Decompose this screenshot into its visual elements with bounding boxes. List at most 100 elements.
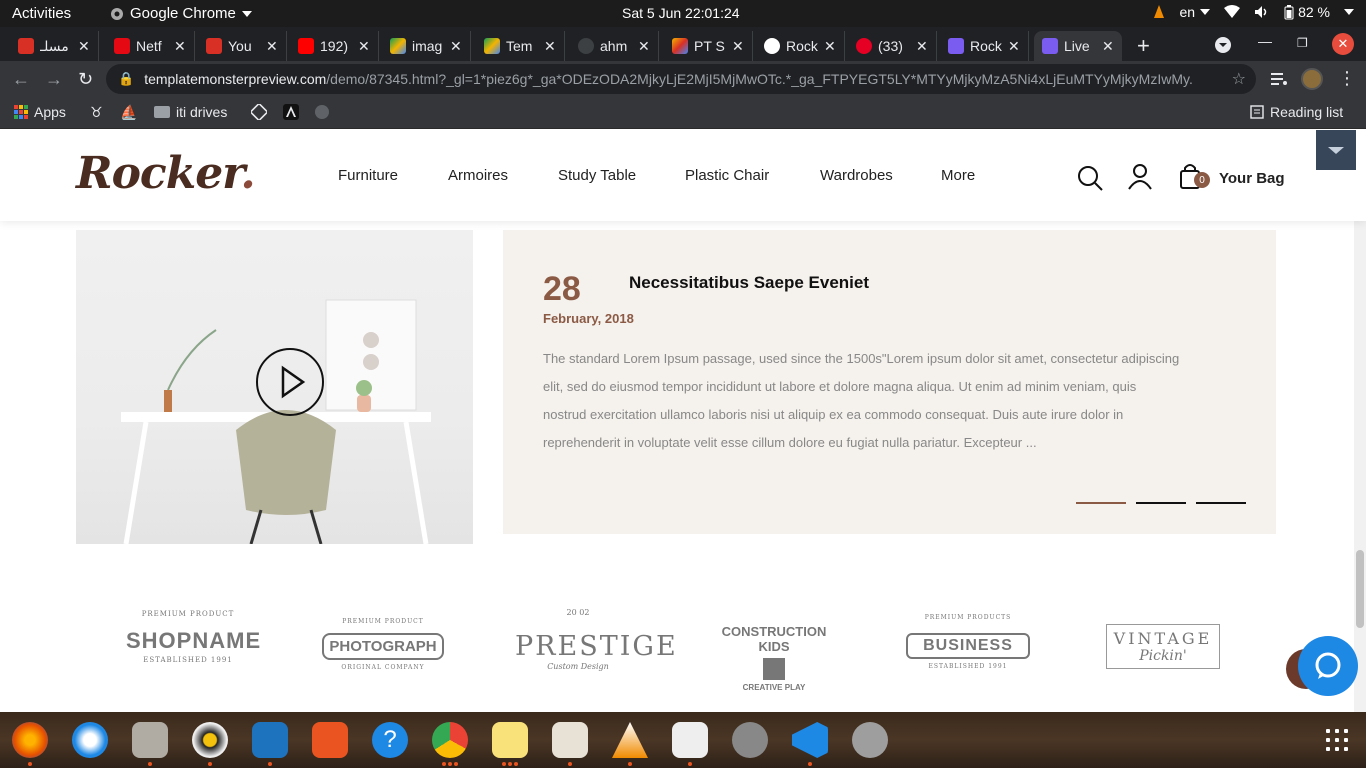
writer-icon[interactable] xyxy=(252,722,288,758)
tab-search-icon[interactable] xyxy=(1214,36,1232,54)
nav-item-furniture[interactable]: Furniture xyxy=(338,167,448,184)
software-center-icon[interactable] xyxy=(312,722,348,758)
browser-tab[interactable]: Rock ✕ xyxy=(756,31,845,61)
close-icon[interactable]: ✕ xyxy=(450,38,462,55)
settings-gear-icon[interactable] xyxy=(732,722,768,758)
document-viewer-icon[interactable] xyxy=(672,722,708,758)
thunderbird-icon[interactable] xyxy=(72,722,108,758)
chevron-down-icon xyxy=(1344,9,1354,15)
brand-logo-prestige[interactable]: 20 02 PRESTIGE Custom Design xyxy=(515,608,676,671)
nav-item-plastic-chair[interactable]: Plastic Chair xyxy=(685,167,820,184)
live-chat-button[interactable] xyxy=(1298,636,1358,696)
activities-button[interactable]: Activities xyxy=(12,5,71,22)
your-bag-link[interactable]: Your Bag xyxy=(1219,170,1285,187)
firefox-icon[interactable] xyxy=(12,722,48,758)
close-icon[interactable]: ✕ xyxy=(266,38,278,55)
language-selector[interactable]: en xyxy=(1180,4,1211,20)
minimize-icon[interactable]: — xyxy=(1258,33,1272,49)
bookmark-icon[interactable]: ⛵ xyxy=(120,104,137,121)
reload-icon[interactable]: ↻ xyxy=(78,69,93,90)
disk-icon[interactable] xyxy=(852,722,888,758)
system-tray[interactable]: en 82 % xyxy=(1152,4,1354,20)
close-icon[interactable]: ✕ xyxy=(1008,38,1020,55)
show-applications-icon[interactable] xyxy=(1326,729,1348,751)
blog-video-thumbnail[interactable] xyxy=(76,230,473,544)
bookmark-folder-iti-drives[interactable]: iti drives xyxy=(154,104,227,120)
browser-tab[interactable]: Rock ✕ xyxy=(940,31,1029,61)
browser-tab[interactable]: Tem ✕ xyxy=(476,31,565,61)
window-close-button[interactable]: ✕ xyxy=(1332,33,1354,55)
bookmark-star-icon[interactable]: ☆ xyxy=(1232,69,1246,89)
user-icon[interactable] xyxy=(1127,163,1153,191)
brand-top: PREMIUM PRODUCT xyxy=(141,610,235,618)
carousel-dot[interactable] xyxy=(1076,502,1126,504)
maximize-icon[interactable]: ❐ xyxy=(1297,36,1308,50)
scrollbar-thumb[interactable] xyxy=(1356,550,1364,628)
carousel-dot[interactable] xyxy=(1136,502,1186,504)
address-bar[interactable]: 🔒 templatemonsterpreview.com/demo/87345.… xyxy=(106,64,1256,94)
nav-item-wardrobes[interactable]: Wardrobes xyxy=(820,167,941,184)
forward-arrow-icon[interactable]: → xyxy=(45,69,63,90)
help-icon[interactable]: ? xyxy=(372,722,408,758)
impress-icon[interactable] xyxy=(552,722,588,758)
close-icon[interactable]: ✕ xyxy=(174,38,186,55)
sticky-notes-icon[interactable] xyxy=(492,722,528,758)
browser-tab[interactable]: PT S ✕ xyxy=(664,31,753,61)
close-icon[interactable]: ✕ xyxy=(916,38,928,55)
browser-tab[interactable]: Netf ✕ xyxy=(106,31,195,61)
close-icon[interactable]: ✕ xyxy=(544,38,556,55)
vscode-icon[interactable] xyxy=(792,722,828,758)
close-icon[interactable]: ✕ xyxy=(638,38,650,55)
browser-tab[interactable]: imag ✕ xyxy=(382,31,471,61)
media-controls-icon[interactable] xyxy=(1270,71,1288,87)
wifi-icon xyxy=(1224,5,1241,18)
reading-list[interactable]: Reading list xyxy=(1250,104,1343,120)
vlc-icon[interactable] xyxy=(612,722,648,758)
browser-tab[interactable]: You ✕ xyxy=(198,31,287,61)
close-icon[interactable]: ✕ xyxy=(78,38,90,55)
nav-item-study-table[interactable]: Study Table xyxy=(558,167,685,184)
new-tab-button[interactable]: + xyxy=(1137,33,1150,59)
files-icon[interactable] xyxy=(132,722,168,758)
browser-tab-active[interactable]: Live ✕ xyxy=(1034,31,1122,61)
lock-icon[interactable]: 🔒 xyxy=(118,71,134,87)
site-header: Rocker. Furniture Armoires Study Table P… xyxy=(0,130,1366,221)
close-icon[interactable]: ✕ xyxy=(732,38,744,55)
github-icon[interactable] xyxy=(314,104,330,120)
back-arrow-icon[interactable]: ← xyxy=(12,69,30,90)
browser-tab[interactable]: 192) ✕ xyxy=(290,31,379,61)
more-menu-icon[interactable]: ⋮ xyxy=(1338,68,1356,89)
close-icon[interactable]: ✕ xyxy=(358,38,370,55)
profile-avatar[interactable] xyxy=(1301,68,1323,90)
bookmark-apps[interactable]: Apps xyxy=(14,104,66,120)
chrome-icon[interactable] xyxy=(432,722,468,758)
vlc-tray-icon[interactable] xyxy=(1152,4,1166,20)
preview-collapse-toggle[interactable] xyxy=(1316,130,1356,170)
site-logo[interactable]: Rocker. xyxy=(76,148,256,199)
tab-title: 192) xyxy=(320,38,349,54)
volume-icon xyxy=(1255,6,1267,18)
angular-icon[interactable] xyxy=(283,104,299,120)
brand-logo-construction-kids[interactable]: CONSTRUCTION KIDS CREATIVE PLAY xyxy=(710,624,838,692)
browser-tab[interactable]: مسلـ ✕ xyxy=(10,31,99,61)
brand-logo-shopname[interactable]: PREMIUM PRODUCT SHOPNAME ESTABLISHED 199… xyxy=(126,610,260,664)
play-button-icon[interactable] xyxy=(256,348,324,416)
rhythmbox-icon[interactable] xyxy=(192,722,228,758)
iti-bookmark-icon[interactable]: ♉ xyxy=(90,104,103,121)
search-icon[interactable] xyxy=(1076,164,1104,192)
browser-tab[interactable]: ahm ✕ xyxy=(570,31,659,61)
codepen-icon[interactable] xyxy=(251,104,267,120)
post-title[interactable]: Necessitatibus Saepe Eveniet xyxy=(629,273,869,293)
reading-list-icon xyxy=(1250,105,1264,119)
brand-logo-photograph[interactable]: PREMIUM PRODUCT PHOTOGRAPH ORIGINAL COMP… xyxy=(322,618,444,671)
browser-tab[interactable]: (33) ✕ xyxy=(848,31,937,61)
close-icon[interactable]: ✕ xyxy=(824,38,836,55)
brand-logo-vintage[interactable]: VINTAGE Pickin' xyxy=(1106,624,1220,669)
nav-item-armoires[interactable]: Armoires xyxy=(448,167,558,184)
close-icon[interactable]: ✕ xyxy=(1102,38,1114,55)
clock[interactable]: Sat 5 Jun 22:01:24 xyxy=(622,5,740,21)
carousel-dot[interactable] xyxy=(1196,502,1246,504)
app-menu[interactable]: Google Chrome xyxy=(110,5,252,22)
nav-item-more[interactable]: More xyxy=(941,167,975,184)
brand-logo-business[interactable]: PREMIUM PRODUCTS BUSINESS ESTABLISHED 19… xyxy=(906,614,1030,670)
